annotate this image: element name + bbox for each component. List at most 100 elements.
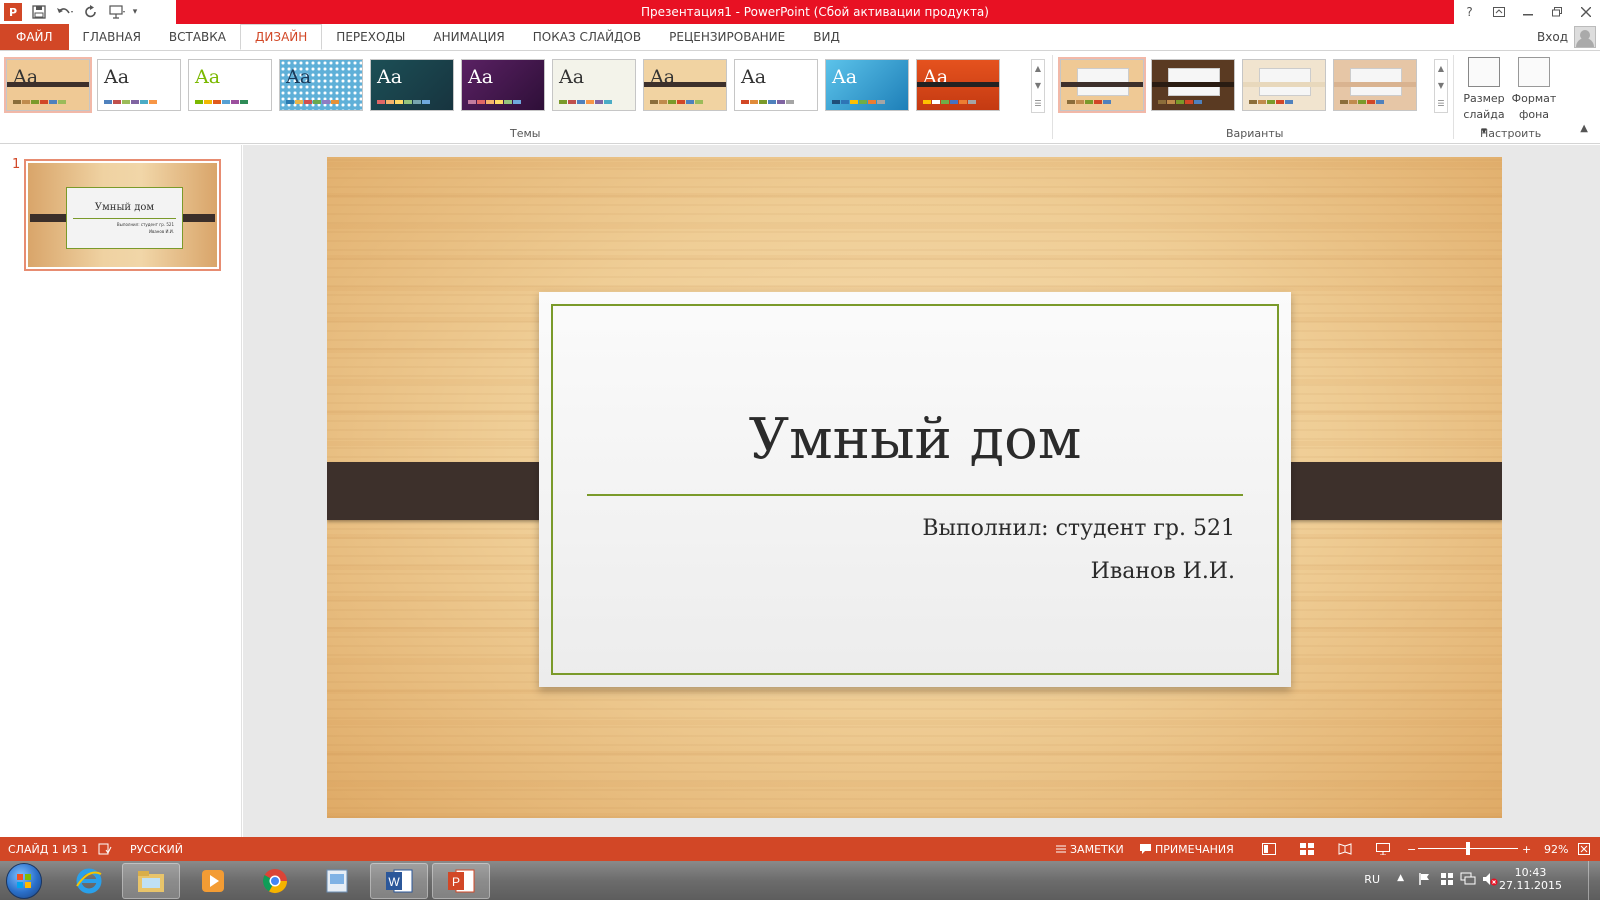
windows-taskbar: W P RU ▲ 10:43 27.11.2015 — [0, 861, 1600, 900]
tab-slide-show[interactable]: ПОКАЗ СЛАЙДОВ — [519, 24, 655, 50]
clock-time: 10:43 — [1514, 866, 1547, 879]
media-player-icon[interactable] — [184, 863, 242, 899]
action-center-flag-icon[interactable] — [1418, 872, 1432, 889]
theme-thumbnail[interactable]: Aa — [734, 59, 818, 111]
zoom-in-button[interactable]: + — [1522, 837, 1531, 861]
theme-thumbnail[interactable]: Aa — [916, 59, 1000, 111]
show-desktop-button[interactable] — [1588, 861, 1600, 900]
more-icon[interactable]: ☰ — [1034, 99, 1041, 108]
sign-in-link[interactable]: Вход — [1537, 24, 1568, 50]
more-icon[interactable]: ☰ — [1437, 99, 1444, 108]
tab-file[interactable]: ФАЙЛ — [0, 24, 69, 50]
format-background-label-2: фона — [1518, 108, 1550, 121]
comments-icon — [1140, 844, 1151, 854]
svg-text:W: W — [388, 875, 400, 889]
powerpoint-logo-icon[interactable]: P — [4, 3, 22, 21]
collapse-ribbon-icon[interactable]: ▲ — [1580, 123, 1588, 134]
themes-scroll[interactable]: ▲ ▼ ☰ — [1031, 59, 1045, 113]
file-explorer-icon[interactable] — [122, 863, 180, 899]
notes-button[interactable]: ЗАМЕТКИ — [1056, 837, 1124, 861]
title-card: Умный дом Выполнил: студент гр. 521 Иван… — [539, 292, 1291, 687]
quick-access-toolbar: P ▾ — [0, 0, 140, 24]
tab-animations[interactable]: АНИМАЦИЯ — [419, 24, 518, 50]
user-avatar-icon[interactable] — [1574, 26, 1596, 48]
zoom-slider-thumb[interactable] — [1466, 842, 1470, 855]
variant-thumbnail[interactable] — [1058, 57, 1146, 113]
slide-sorter-icon[interactable] — [1300, 837, 1318, 861]
scroll-up-icon[interactable]: ▲ — [1035, 64, 1041, 73]
theme-sample-text: Aa — [741, 66, 767, 88]
title-divider — [587, 494, 1243, 496]
tab-review[interactable]: РЕЦЕНЗИРОВАНИЕ — [655, 24, 799, 50]
slide-title[interactable]: Умный дом — [539, 407, 1291, 472]
theme-thumbnail[interactable]: Aa — [461, 59, 545, 111]
zoom-out-button[interactable]: − — [1407, 837, 1416, 861]
spell-check-icon[interactable] — [98, 837, 116, 861]
volume-muted-icon[interactable] — [1482, 872, 1498, 889]
paint-icon[interactable] — [308, 863, 366, 899]
scroll-down-icon[interactable]: ▼ — [1035, 81, 1041, 90]
theme-thumbnail[interactable]: Aa — [825, 59, 909, 111]
slide-subtitle-line-2[interactable]: Иванов И.И. — [1091, 559, 1235, 584]
slide-number: 1 — [12, 157, 21, 172]
clock[interactable]: 10:43 27.11.2015 — [1499, 866, 1562, 892]
fit-slide-icon[interactable] — [1578, 837, 1594, 861]
variants-scroll[interactable]: ▲ ▼ ☰ — [1434, 59, 1448, 113]
format-background-button[interactable]: Формат фона — [1510, 57, 1558, 123]
input-language[interactable]: RU — [1364, 873, 1380, 886]
language-indicator[interactable]: РУССКИЙ — [130, 837, 183, 861]
theme-thumbnail[interactable]: Aa — [552, 59, 636, 111]
minimize-button[interactable] — [1513, 0, 1542, 24]
slide-subtitle-line-1[interactable]: Выполнил: студент гр. 521 — [922, 516, 1235, 541]
powerpoint-taskbar-icon[interactable]: P — [432, 863, 490, 899]
slide-size-icon — [1468, 57, 1500, 87]
tab-insert[interactable]: ВСТАВКА — [155, 24, 240, 50]
themes-gallery: Aa Aa Aa Aa Aa Aa Aa Aa Aa Aa Aa — [4, 57, 1000, 113]
restore-button[interactable] — [1542, 0, 1571, 24]
variant-thumbnail[interactable] — [1242, 59, 1326, 111]
scroll-down-icon[interactable]: ▼ — [1438, 81, 1444, 90]
start-button[interactable] — [6, 863, 42, 899]
chrome-icon[interactable] — [246, 863, 304, 899]
theme-thumbnail[interactable]: Aa — [4, 57, 92, 113]
redo-button[interactable] — [78, 0, 104, 24]
tab-design[interactable]: ДИЗАЙН — [240, 24, 323, 50]
themes-group-label: Темы — [510, 127, 541, 140]
tab-transitions[interactable]: ПЕРЕХОДЫ — [322, 24, 419, 50]
tab-view[interactable]: ВИД — [799, 24, 854, 50]
slide-canvas[interactable]: Умный дом Выполнил: студент гр. 521 Иван… — [327, 157, 1502, 818]
help-button[interactable]: ? — [1455, 0, 1484, 24]
windows-update-icon[interactable] — [1440, 872, 1454, 889]
start-from-beginning-icon[interactable] — [104, 0, 130, 24]
close-button[interactable] — [1571, 0, 1600, 24]
reading-view-icon[interactable] — [1338, 837, 1356, 861]
show-hidden-icons[interactable]: ▲ — [1397, 873, 1404, 883]
word-icon[interactable]: W — [370, 863, 428, 899]
comments-button[interactable]: ПРИМЕЧАНИЯ — [1140, 837, 1234, 861]
slide-thumbnail[interactable]: Умный дом Выполнил: студент гр. 521 Ивано… — [24, 159, 221, 271]
zoom-level[interactable]: 92% — [1544, 837, 1568, 861]
theme-sample-text: Aa — [286, 66, 312, 88]
variant-thumbnail[interactable] — [1151, 59, 1235, 111]
customize-qat-icon[interactable]: ▾ — [130, 0, 140, 24]
theme-sample-text: Aa — [832, 66, 858, 88]
theme-thumbnail[interactable]: Aa — [97, 59, 181, 111]
theme-thumbnail[interactable]: Aa — [643, 59, 727, 111]
internet-explorer-icon[interactable] — [60, 863, 118, 899]
format-background-icon — [1518, 57, 1550, 87]
scroll-up-icon[interactable]: ▲ — [1438, 64, 1444, 73]
undo-button[interactable] — [52, 0, 78, 24]
save-button[interactable] — [26, 0, 52, 24]
theme-thumbnail[interactable]: Aa — [188, 59, 272, 111]
normal-view-icon[interactable] — [1262, 837, 1280, 861]
theme-thumbnail[interactable]: Aa — [370, 59, 454, 111]
ribbon-display-options-icon[interactable] — [1484, 0, 1513, 24]
slide-show-icon[interactable] — [1376, 837, 1394, 861]
variants-gallery — [1058, 57, 1417, 113]
customize-group-label: Настроить — [1480, 127, 1542, 140]
network-icon[interactable] — [1460, 872, 1476, 889]
variant-thumbnail[interactable] — [1333, 59, 1417, 111]
svg-text:P: P — [452, 875, 460, 889]
theme-thumbnail[interactable]: Aa — [279, 59, 363, 111]
tab-home[interactable]: ГЛАВНАЯ — [69, 24, 155, 50]
